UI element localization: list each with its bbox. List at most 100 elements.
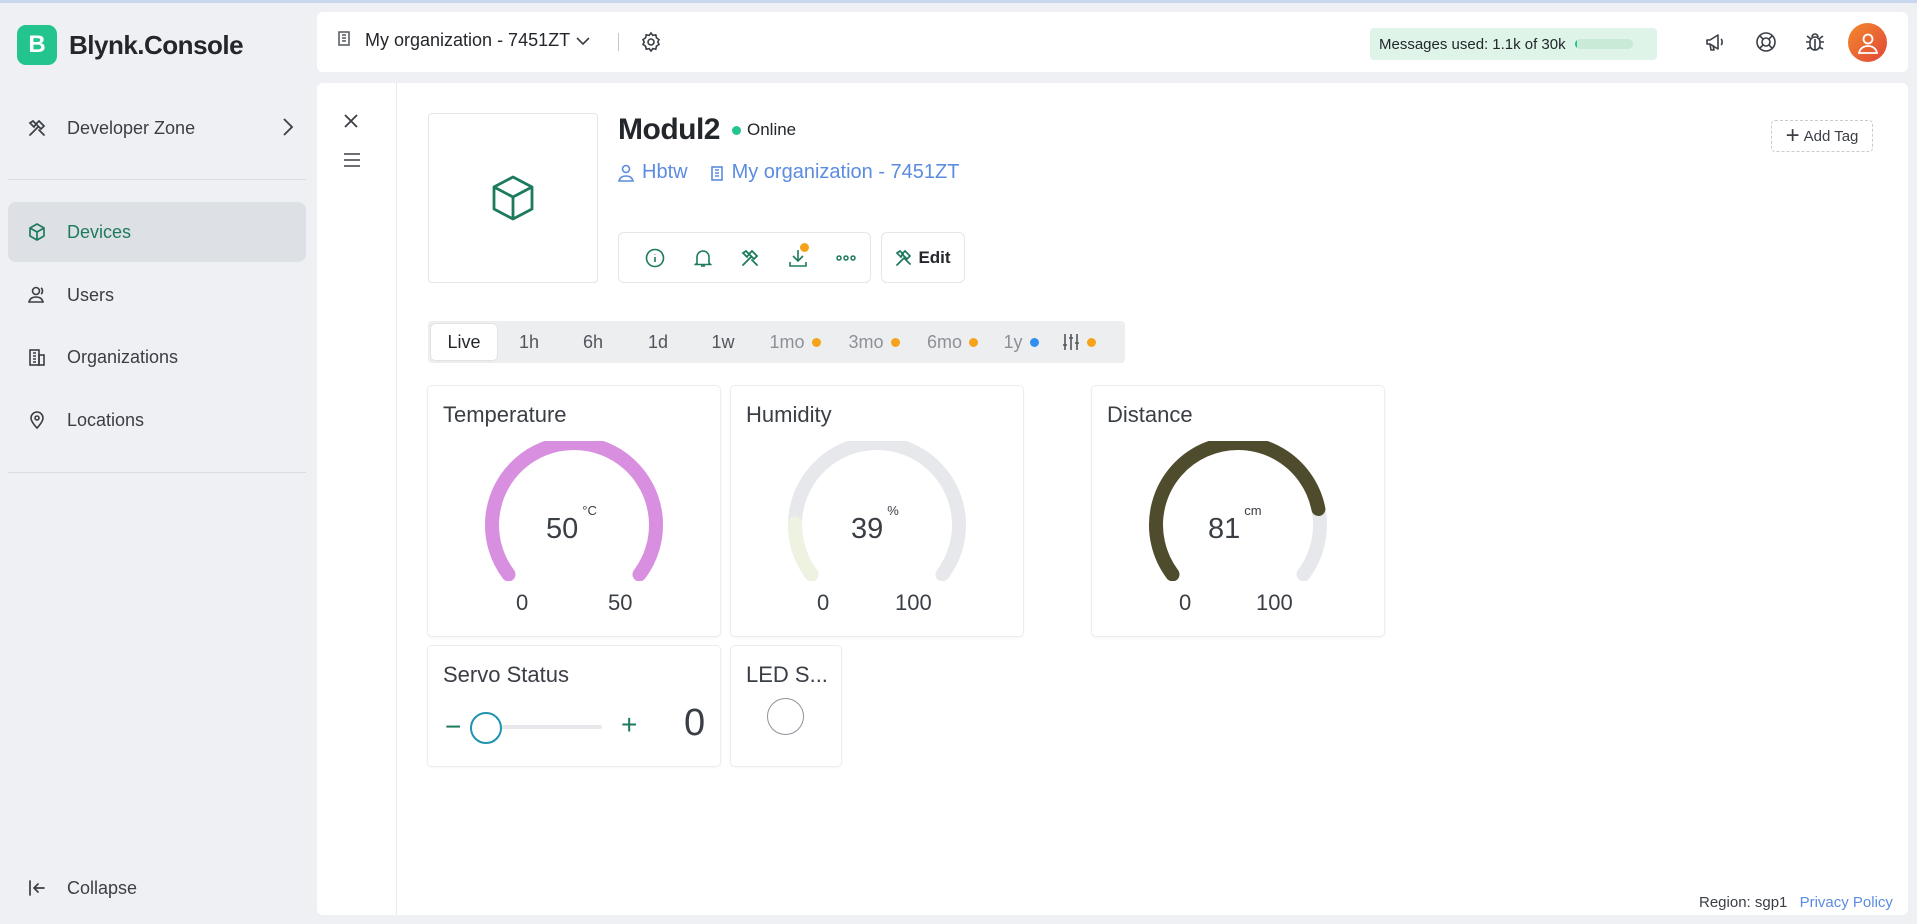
sliders-icon bbox=[1063, 334, 1079, 350]
status-badge: Online bbox=[732, 120, 796, 140]
sidebar-item-organizations[interactable]: Organizations bbox=[8, 327, 306, 387]
menu-icon[interactable] bbox=[343, 153, 361, 172]
user-icon bbox=[618, 164, 634, 182]
gauge-fill bbox=[1149, 441, 1326, 581]
messages-usage[interactable]: Messages used: 1.1k of 30k bbox=[1370, 28, 1657, 60]
avatar[interactable] bbox=[1848, 23, 1887, 62]
device-organization-link[interactable]: My organization - 7451ZT bbox=[710, 161, 959, 184]
gauge-fill bbox=[788, 516, 819, 581]
value-unit: °C bbox=[582, 503, 597, 519]
lifebuoy-icon[interactable] bbox=[1754, 30, 1778, 59]
header: My organization - 7451ZT Messages used: … bbox=[317, 12, 1908, 72]
tab-1mo[interactable]: 1mo bbox=[755, 324, 835, 360]
humidity-gauge bbox=[788, 441, 966, 581]
app-logo[interactable]: B Blynk.Console bbox=[17, 25, 244, 65]
messages-label: Messages used: bbox=[1379, 35, 1489, 53]
more-button[interactable] bbox=[822, 238, 870, 278]
increment-button[interactable]: + bbox=[621, 709, 637, 741]
premium-dot bbox=[969, 337, 978, 347]
download-button[interactable] bbox=[774, 238, 822, 278]
sidebar-item-label: Organizations bbox=[67, 346, 179, 367]
buildings-icon bbox=[26, 346, 48, 368]
gauge-min: 0 bbox=[516, 590, 529, 615]
sidebar-item-users[interactable]: Users bbox=[8, 265, 306, 325]
slider-handle[interactable] bbox=[470, 712, 502, 744]
bug-icon[interactable] bbox=[1804, 30, 1826, 59]
tab-1y[interactable]: 1y bbox=[992, 324, 1050, 360]
messages-progress-fill bbox=[1574, 39, 1577, 49]
tab-label: 1mo bbox=[769, 331, 805, 352]
tab-1h[interactable]: 1h bbox=[497, 324, 561, 360]
gauge-track bbox=[788, 441, 966, 581]
value-unit: cm bbox=[1244, 503, 1262, 519]
developer-tools-button[interactable] bbox=[727, 238, 775, 278]
gauge-value: 50°C bbox=[546, 503, 597, 546]
device-image[interactable] bbox=[428, 113, 598, 283]
servo-widget[interactable]: Servo Status − + 0 bbox=[428, 646, 720, 766]
sidebar-item-devices[interactable]: Devices bbox=[8, 202, 306, 262]
location-pin-icon bbox=[26, 409, 48, 431]
distance-gauge bbox=[1149, 441, 1327, 581]
side-rail bbox=[317, 83, 397, 915]
notifications-button[interactable] bbox=[679, 238, 727, 278]
footer: Region: sgp1 Privacy Policy bbox=[1699, 894, 1893, 911]
tab-label: Live bbox=[447, 331, 481, 352]
time-range-selector: Live 1h 6h 1d 1w 1mo 3mo 6mo 1y bbox=[428, 321, 1125, 363]
close-icon[interactable] bbox=[343, 113, 359, 134]
tab-1d[interactable]: 1d bbox=[625, 324, 691, 360]
tab-6h[interactable]: 6h bbox=[561, 324, 625, 360]
tab-live[interactable]: Live bbox=[431, 324, 497, 360]
plus-icon: + bbox=[1785, 122, 1800, 149]
value-number: 50 bbox=[546, 513, 579, 545]
tab-label: 3mo bbox=[848, 331, 884, 352]
sidebar-item-label: Locations bbox=[67, 409, 145, 430]
users-icon bbox=[26, 284, 48, 306]
sidebar-item-developer-zone[interactable]: Developer Zone bbox=[8, 103, 306, 153]
value-unit: % bbox=[887, 503, 899, 519]
divider bbox=[8, 179, 306, 180]
tab-1w[interactable]: 1w bbox=[691, 324, 755, 360]
device-meta: Hbtw My organization - 7451ZT bbox=[618, 161, 981, 184]
tab-custom-range[interactable] bbox=[1050, 324, 1108, 360]
megaphone-icon[interactable] bbox=[1704, 30, 1728, 59]
premium-dot bbox=[1087, 337, 1096, 347]
sidebar-item-label: Devices bbox=[67, 221, 132, 242]
led-widget[interactable]: LED S... bbox=[731, 646, 841, 766]
widget-title: Humidity bbox=[746, 402, 832, 427]
humidity-widget[interactable]: Humidity 39% 0 100 bbox=[731, 386, 1023, 636]
status-text: Online bbox=[747, 120, 797, 139]
decrement-button[interactable]: − bbox=[445, 711, 461, 743]
gauge-max: 100 bbox=[895, 590, 932, 615]
premium-dot bbox=[1029, 337, 1039, 347]
messages-value: 1.1k of 30k bbox=[1492, 35, 1566, 53]
sidebar-item-label: Developer Zone bbox=[67, 117, 196, 138]
distance-widget[interactable]: Distance 81cm 0 100 bbox=[1092, 386, 1384, 636]
device-owner-link[interactable]: Hbtw bbox=[618, 161, 688, 184]
region-label: Region: sgp1 bbox=[1699, 894, 1788, 911]
device-owner: Hbtw bbox=[642, 161, 688, 183]
add-tag-button[interactable]: + Add Tag bbox=[1771, 120, 1873, 152]
temperature-widget[interactable]: Temperature 50°C 0 50 bbox=[428, 386, 720, 636]
premium-dot bbox=[890, 337, 900, 347]
gauge-fill bbox=[485, 441, 663, 581]
gear-icon[interactable] bbox=[640, 31, 662, 58]
tab-label: 6mo bbox=[926, 331, 962, 352]
servo-value: 0 bbox=[684, 702, 706, 744]
gauge-value: 39% bbox=[851, 503, 899, 546]
tab-3mo[interactable]: 3mo bbox=[835, 324, 913, 360]
edit-label: Edit bbox=[918, 247, 951, 267]
cube-icon bbox=[26, 221, 48, 243]
temperature-gauge bbox=[485, 441, 663, 581]
privacy-policy-link[interactable]: Privacy Policy bbox=[1800, 894, 1893, 911]
info-button[interactable] bbox=[631, 238, 679, 278]
chevron-down-icon bbox=[576, 30, 590, 51]
info-icon bbox=[645, 248, 665, 267]
collapse-button[interactable]: Collapse bbox=[8, 863, 137, 913]
edit-button[interactable]: Edit bbox=[881, 232, 965, 283]
sidebar-item-locations[interactable]: Locations bbox=[8, 390, 306, 450]
tab-6mo[interactable]: 6mo bbox=[913, 324, 992, 360]
organization-selector[interactable]: My organization - 7451ZT bbox=[337, 30, 590, 51]
device-actions-bar bbox=[618, 232, 871, 283]
collapse-label: Collapse bbox=[67, 877, 138, 898]
collapse-icon bbox=[26, 877, 48, 899]
